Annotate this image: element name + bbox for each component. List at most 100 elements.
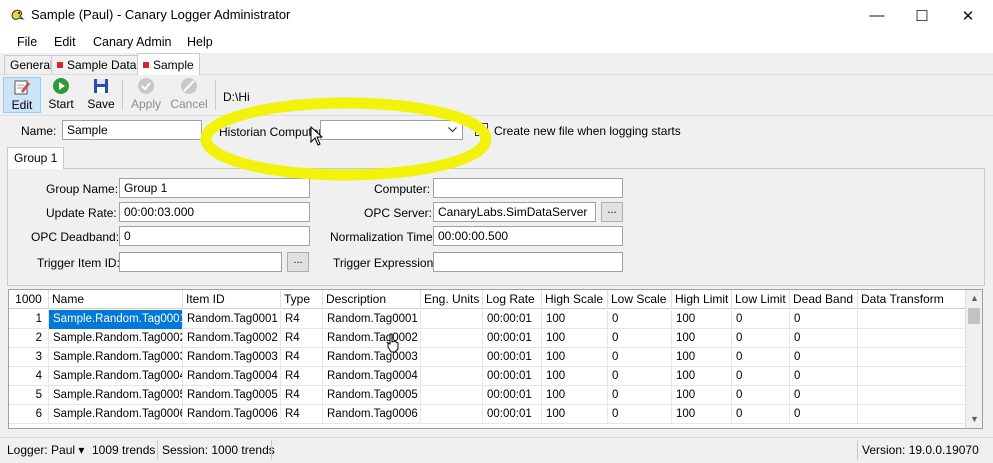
table-cell[interactable]: 00:00:01 <box>483 367 542 386</box>
update-rate-field[interactable]: 00:00:03.000 <box>119 202 310 222</box>
scroll-down-icon[interactable]: ▼ <box>966 411 982 428</box>
column-header[interactable]: Low Scale <box>608 290 672 309</box>
table-cell[interactable] <box>858 405 966 424</box>
table-cell[interactable]: 0 <box>790 367 858 386</box>
table-cell[interactable]: 0 <box>608 405 672 424</box>
table-cell[interactable]: R4 <box>281 386 323 405</box>
column-header[interactable]: Log Rate <box>483 290 542 309</box>
table-cell[interactable]: 100 <box>542 367 608 386</box>
table-cell[interactable]: 0 <box>608 329 672 348</box>
table-cell[interactable] <box>421 405 483 424</box>
table-cell[interactable]: Sample.Random.Tag0004 <box>49 367 183 386</box>
start-button[interactable]: Start <box>42 77 80 113</box>
table-cell[interactable]: 0 <box>732 310 790 329</box>
table-cell[interactable]: 0 <box>608 367 672 386</box>
table-cell[interactable]: 0 <box>732 405 790 424</box>
table-cell[interactable]: Random.Tag0002 <box>183 329 281 348</box>
table-cell[interactable]: R4 <box>281 405 323 424</box>
opc-deadband-field[interactable]: 0 <box>119 226 310 246</box>
table-cell[interactable]: Random.Tag0001 <box>323 310 421 329</box>
menu-help[interactable]: Help <box>187 35 213 49</box>
table-cell[interactable]: 100 <box>672 405 732 424</box>
column-header[interactable]: Eng. Units <box>421 290 483 309</box>
table-cell[interactable]: 100 <box>542 310 608 329</box>
scroll-thumb[interactable] <box>968 308 980 324</box>
normalization-time-field[interactable]: 00:00:00.500 <box>433 226 623 246</box>
table-cell[interactable] <box>421 348 483 367</box>
column-header[interactable]: 1000 <box>9 290 49 309</box>
table-cell[interactable]: R4 <box>281 310 323 329</box>
table-cell[interactable]: 100 <box>672 386 732 405</box>
row-number[interactable]: 5 <box>9 386 49 405</box>
table-cell[interactable]: Random.Tag0004 <box>183 367 281 386</box>
table-row[interactable]: 2 Sample.Random.Tag0002 Random.Tag0002 R4 Ra… <box>9 329 966 348</box>
column-header[interactable]: Type <box>281 290 323 309</box>
table-cell[interactable] <box>858 329 966 348</box>
scroll-up-icon[interactable]: ▲ <box>966 290 982 307</box>
table-cell[interactable] <box>858 348 966 367</box>
row-number[interactable]: 3 <box>9 348 49 367</box>
table-cell[interactable]: 0 <box>608 310 672 329</box>
table-cell[interactable]: 0 <box>732 348 790 367</box>
column-header[interactable]: Name <box>49 290 183 309</box>
opc-server-browse-button[interactable]: ... <box>601 202 623 222</box>
table-cell[interactable]: 100 <box>672 310 732 329</box>
table-cell[interactable]: Sample.Random.Tag0003 <box>49 348 183 367</box>
table-cell[interactable]: 100 <box>672 329 732 348</box>
table-cell[interactable] <box>858 367 966 386</box>
table-cell[interactable]: 00:00:01 <box>483 310 542 329</box>
table-cell[interactable]: 100 <box>672 348 732 367</box>
table-cell[interactable]: Sample.Random.Tag0002 <box>49 329 183 348</box>
table-cell[interactable]: Sample.Random.Tag0005 <box>49 386 183 405</box>
table-cell[interactable]: R4 <box>281 348 323 367</box>
edit-button[interactable]: Edit <box>3 77 41 113</box>
column-header[interactable]: Description <box>323 290 421 309</box>
row-number[interactable]: 4 <box>9 367 49 386</box>
table-cell[interactable]: 00:00:01 <box>483 348 542 367</box>
table-cell[interactable]: Random.Tag0004 <box>323 367 421 386</box>
table-cell[interactable]: Sample.Random.Tag0006 <box>49 405 183 424</box>
row-number[interactable]: 6 <box>9 405 49 424</box>
table-cell[interactable]: 100 <box>542 405 608 424</box>
column-header[interactable]: Data Transform <box>858 290 966 309</box>
table-cell[interactable]: Random.Tag0003 <box>183 348 281 367</box>
table-cell[interactable] <box>858 310 966 329</box>
table-cell[interactable] <box>421 329 483 348</box>
table-cell[interactable]: 00:00:01 <box>483 329 542 348</box>
table-row[interactable]: 5 Sample.Random.Tag0005 Random.Tag0005 R4 Ra… <box>9 386 966 405</box>
table-cell[interactable] <box>421 310 483 329</box>
table-row[interactable]: 1 Sample.Random.Tag0001 Random.Tag0001 R4 Ra… <box>9 310 966 329</box>
table-cell[interactable]: 00:00:01 <box>483 405 542 424</box>
table-cell[interactable]: 100 <box>542 386 608 405</box>
table-cell[interactable]: Random.Tag0001 <box>183 310 281 329</box>
maximize-button[interactable]: ☐ <box>899 0 945 31</box>
column-header[interactable]: Item ID <box>183 290 281 309</box>
table-cell[interactable]: 0 <box>790 329 858 348</box>
table-cell[interactable]: 0 <box>732 386 790 405</box>
table-cell[interactable] <box>421 386 483 405</box>
table-cell[interactable]: 00:00:01 <box>483 386 542 405</box>
table-cell[interactable]: R4 <box>281 367 323 386</box>
trigger-expression-field[interactable] <box>433 252 623 272</box>
table-cell[interactable]: 0 <box>608 348 672 367</box>
table-cell[interactable]: 0 <box>790 310 858 329</box>
table-cell[interactable]: Random.Tag0003 <box>323 348 421 367</box>
table-cell[interactable]: 0 <box>608 386 672 405</box>
column-header[interactable]: High Limit <box>672 290 732 309</box>
tab-group-1[interactable]: Group 1 <box>7 147 65 169</box>
opc-server-field[interactable]: CanaryLabs.SimDataServer <box>433 202 596 222</box>
table-cell[interactable]: Random.Tag0002 <box>323 329 421 348</box>
table-cell[interactable]: Random.Tag0005 <box>183 386 281 405</box>
minimize-button[interactable]: — <box>854 0 900 31</box>
table-cell[interactable]: Random.Tag0005 <box>323 386 421 405</box>
save-button[interactable]: Save <box>82 77 120 113</box>
table-cell[interactable]: 0 <box>790 386 858 405</box>
column-header[interactable]: Dead Band <box>790 290 858 309</box>
table-cell[interactable]: 100 <box>542 329 608 348</box>
table-row[interactable]: 3 Sample.Random.Tag0003 Random.Tag0003 R4 Ra… <box>9 348 966 367</box>
apply-button[interactable]: Apply <box>127 77 165 113</box>
menu-file[interactable]: File <box>17 35 37 49</box>
table-cell[interactable]: 0 <box>790 348 858 367</box>
column-header[interactable]: High Scale <box>542 290 608 309</box>
grid-vertical-scrollbar[interactable]: ▲ ▼ <box>965 290 982 428</box>
